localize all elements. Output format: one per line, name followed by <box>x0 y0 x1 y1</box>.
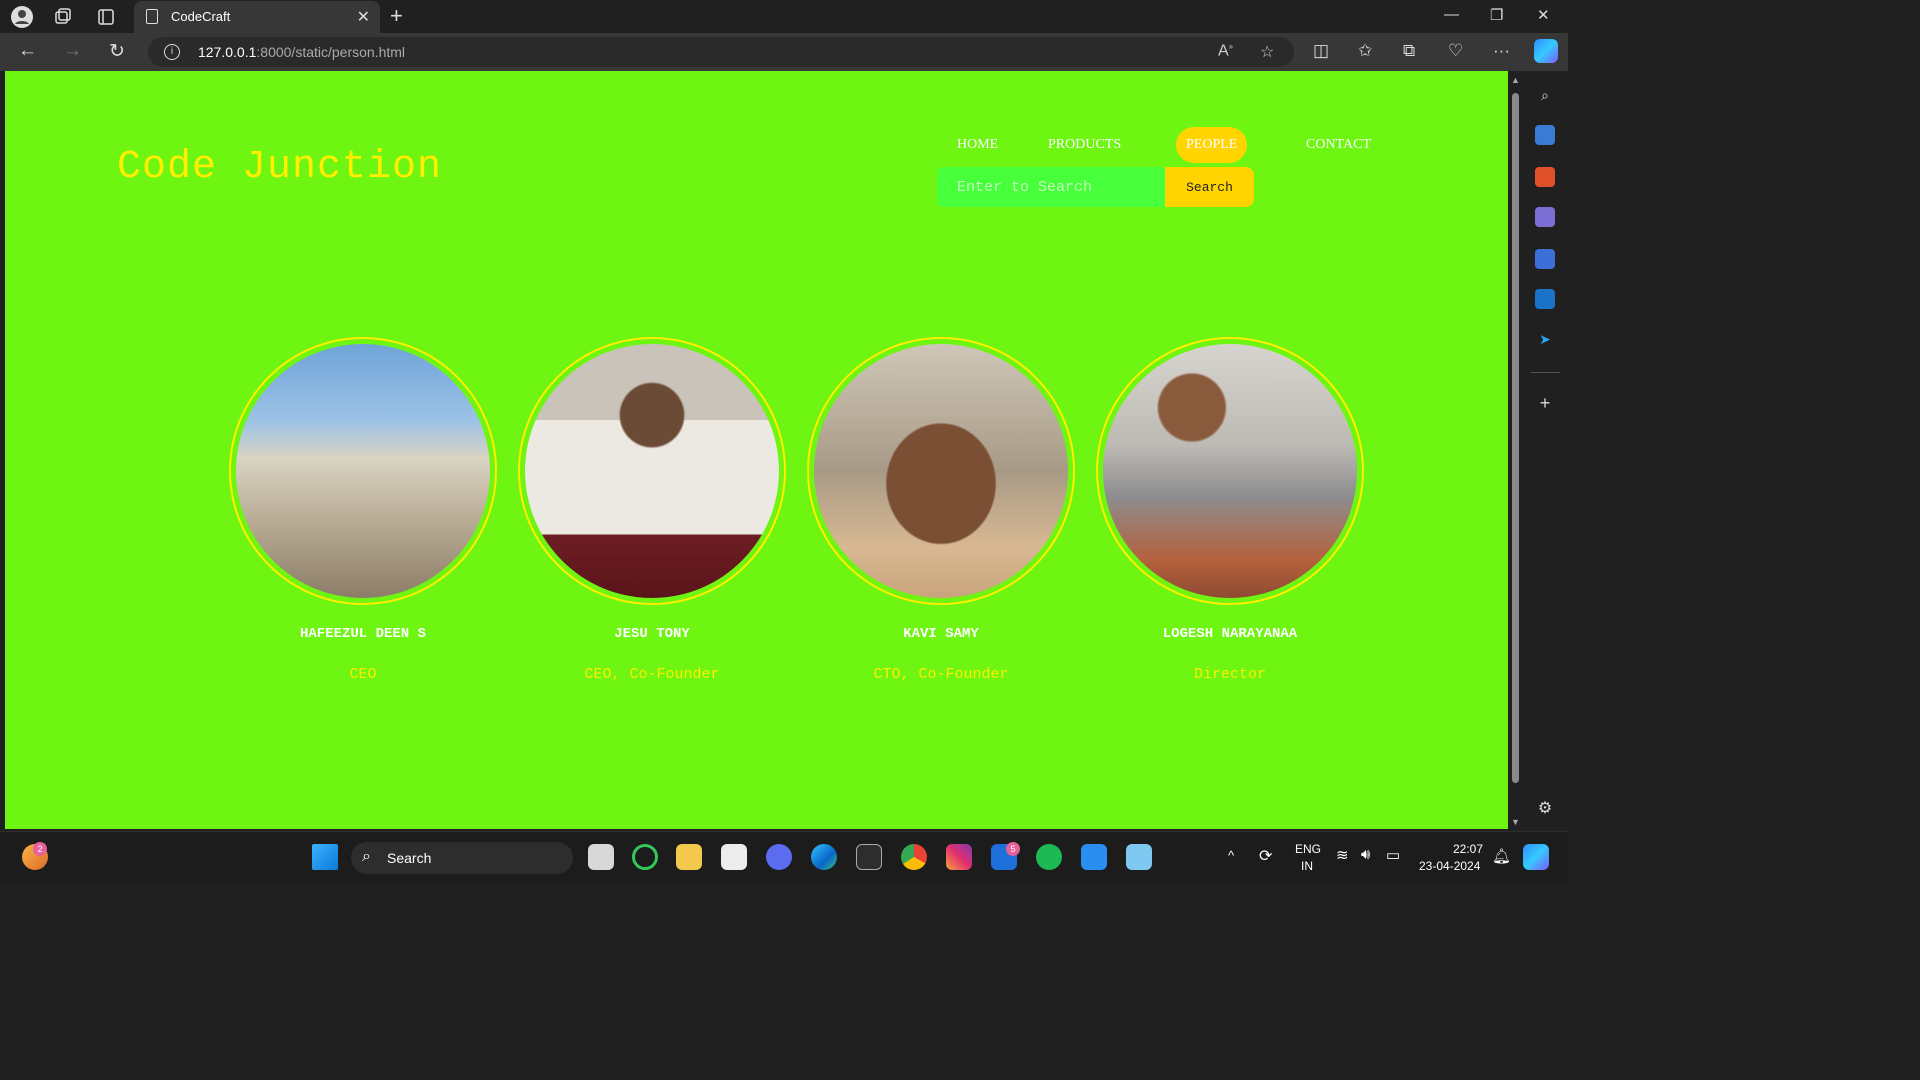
person-name: LOGESH NARAYANAA <box>1162 626 1298 642</box>
forward-icon[interactable]: → <box>63 40 82 62</box>
edge-sidebar: ⌕ ➤ + ⚙ <box>1523 71 1568 831</box>
settings-gear-icon[interactable]: ⚙ <box>1535 799 1555 819</box>
split-screen-icon[interactable]: ◫ <box>1313 41 1329 61</box>
scroll-down-icon[interactable]: ▼ <box>1511 817 1520 827</box>
volume-icon[interactable]: 🔊︎ <box>1361 846 1370 863</box>
windows-taskbar: 2 ⌕ Search 5 ^ ⟳ ENG IN ≋ 🔊︎ ▭ 22:07 23-… <box>0 831 1568 883</box>
more-options-icon[interactable]: ··· <box>1493 41 1510 61</box>
taskbar-search[interactable]: ⌕ Search <box>351 842 573 874</box>
clock-date[interactable]: 23-04-2024 <box>1419 859 1480 873</box>
tools-icon[interactable] <box>1535 167 1555 187</box>
address-toolbar: ← → ↻ i 127.0.0.1:8000/static/person.htm… <box>0 33 1568 71</box>
taskbar-search-label: Search <box>387 850 432 866</box>
browser-essentials-icon[interactable]: ♡ <box>1448 41 1463 61</box>
show-hidden-icons-icon[interactable]: ^ <box>1228 848 1234 863</box>
person-photo <box>814 344 1068 598</box>
browser-tab-bar: CodeCraft ✕ + — ❐ ✕ <box>0 0 1568 33</box>
search-icon[interactable]: ⌕ <box>1535 85 1555 105</box>
file-explorer-icon[interactable] <box>676 844 702 870</box>
tab-title: CodeCraft <box>171 9 231 24</box>
avatar <box>1096 337 1364 605</box>
person-name: JESU TONY <box>614 626 690 642</box>
task-view-icon[interactable] <box>588 844 614 870</box>
mail-badge: 5 <box>1006 842 1020 856</box>
scrollbar-thumb[interactable] <box>1512 93 1519 783</box>
restore-icon[interactable]: ❐ <box>1490 6 1503 24</box>
browser-tab[interactable]: CodeCraft ✕ <box>134 1 380 33</box>
person-photo <box>236 344 490 598</box>
favorite-star-icon[interactable]: ☆ <box>1260 42 1274 62</box>
search-magnifier-icon: ⌕ <box>362 848 371 865</box>
url-text[interactable]: 127.0.0.1:8000/static/person.html <box>198 44 405 60</box>
copilot-app-icon[interactable] <box>1535 249 1555 269</box>
notification-bell-icon[interactable]: 🔔︎ <box>1492 847 1511 865</box>
wifi-icon[interactable]: ≋ <box>1336 846 1349 864</box>
address-bar[interactable]: i 127.0.0.1:8000/static/person.html A» ☆ <box>148 37 1294 67</box>
person-name: KAVI SAMY <box>903 626 979 642</box>
copilot-taskbar-icon[interactable] <box>1523 844 1549 870</box>
nav-people[interactable]: PEOPLE <box>1176 127 1248 163</box>
person-role: CEO <box>349 666 377 683</box>
app-k-icon[interactable] <box>856 844 882 870</box>
search-button[interactable]: Search <box>1165 167 1254 207</box>
nav-contact[interactable]: CONTACT <box>1296 127 1381 163</box>
minimize-icon[interactable]: — <box>1444 6 1459 23</box>
person-role: CEO, Co-Founder <box>584 666 720 683</box>
avatar <box>807 337 1075 605</box>
workspaces-icon[interactable] <box>51 5 75 29</box>
person-role: CTO, Co-Founder <box>873 666 1009 683</box>
notepad-icon[interactable] <box>1126 844 1152 870</box>
sidebar-divider <box>1531 372 1560 373</box>
region-indicator[interactable]: IN <box>1301 859 1313 873</box>
close-tab-icon[interactable]: ✕ <box>357 7 370 27</box>
nav-products[interactable]: PRODUCTS <box>1038 127 1131 163</box>
clock-time[interactable]: 22:07 <box>1453 842 1483 856</box>
nav-home[interactable]: HOME <box>947 127 1008 163</box>
person-role: Director <box>1193 666 1266 683</box>
instagram-icon[interactable] <box>946 844 972 870</box>
weather-badge: 2 <box>33 842 47 856</box>
edge-browser-icon[interactable] <box>811 844 837 870</box>
microsoft-store-icon[interactable] <box>721 844 747 870</box>
search-input[interactable] <box>937 167 1165 207</box>
person-name: HAFEEZUL DEEN S <box>299 626 427 642</box>
person-photo <box>525 344 779 598</box>
page-icon <box>146 9 158 24</box>
battery-icon[interactable]: ▭ <box>1386 846 1400 864</box>
shopping-tag-icon[interactable] <box>1535 125 1555 145</box>
tab-actions-icon[interactable] <box>94 5 118 29</box>
spotify-icon[interactable] <box>1036 844 1062 870</box>
telegram-icon[interactable]: ➤ <box>1535 329 1555 349</box>
add-icon[interactable]: + <box>1535 393 1555 413</box>
refresh-icon[interactable]: ↻ <box>109 40 125 63</box>
site-info-icon[interactable]: i <box>164 44 180 60</box>
page-scrollbar[interactable]: ▲ ▼ <box>1508 71 1523 831</box>
avatar <box>518 337 786 605</box>
scroll-up-icon[interactable]: ▲ <box>1511 75 1520 85</box>
app-circle-icon[interactable] <box>632 844 658 870</box>
profile-icon[interactable] <box>10 5 34 29</box>
outlook-icon[interactable] <box>1535 289 1555 309</box>
read-aloud-icon[interactable]: A» <box>1218 42 1233 60</box>
copilot-icon[interactable] <box>1534 39 1558 63</box>
avatar <box>229 337 497 605</box>
site-logo[interactable]: Code Junction <box>117 145 442 190</box>
back-icon[interactable]: ← <box>18 40 37 62</box>
language-indicator[interactable]: ENG <box>1295 842 1321 856</box>
person-photo <box>1103 344 1357 598</box>
vscode-icon[interactable] <box>1081 844 1107 870</box>
sync-icon[interactable]: ⟳ <box>1259 846 1272 866</box>
new-tab-icon[interactable]: + <box>390 3 403 29</box>
chrome-icon[interactable] <box>901 844 927 870</box>
close-window-icon[interactable]: ✕ <box>1537 6 1550 24</box>
games-icon[interactable] <box>1535 207 1555 227</box>
app-triangle-icon[interactable] <box>766 844 792 870</box>
start-windows-icon[interactable] <box>312 844 338 870</box>
favorites-icon[interactable]: ✩ <box>1358 41 1372 61</box>
web-page: Code Junction HOME PRODUCTS PEOPLE CONTA… <box>5 71 1508 829</box>
collections-icon[interactable]: ⧉ <box>1403 41 1415 61</box>
